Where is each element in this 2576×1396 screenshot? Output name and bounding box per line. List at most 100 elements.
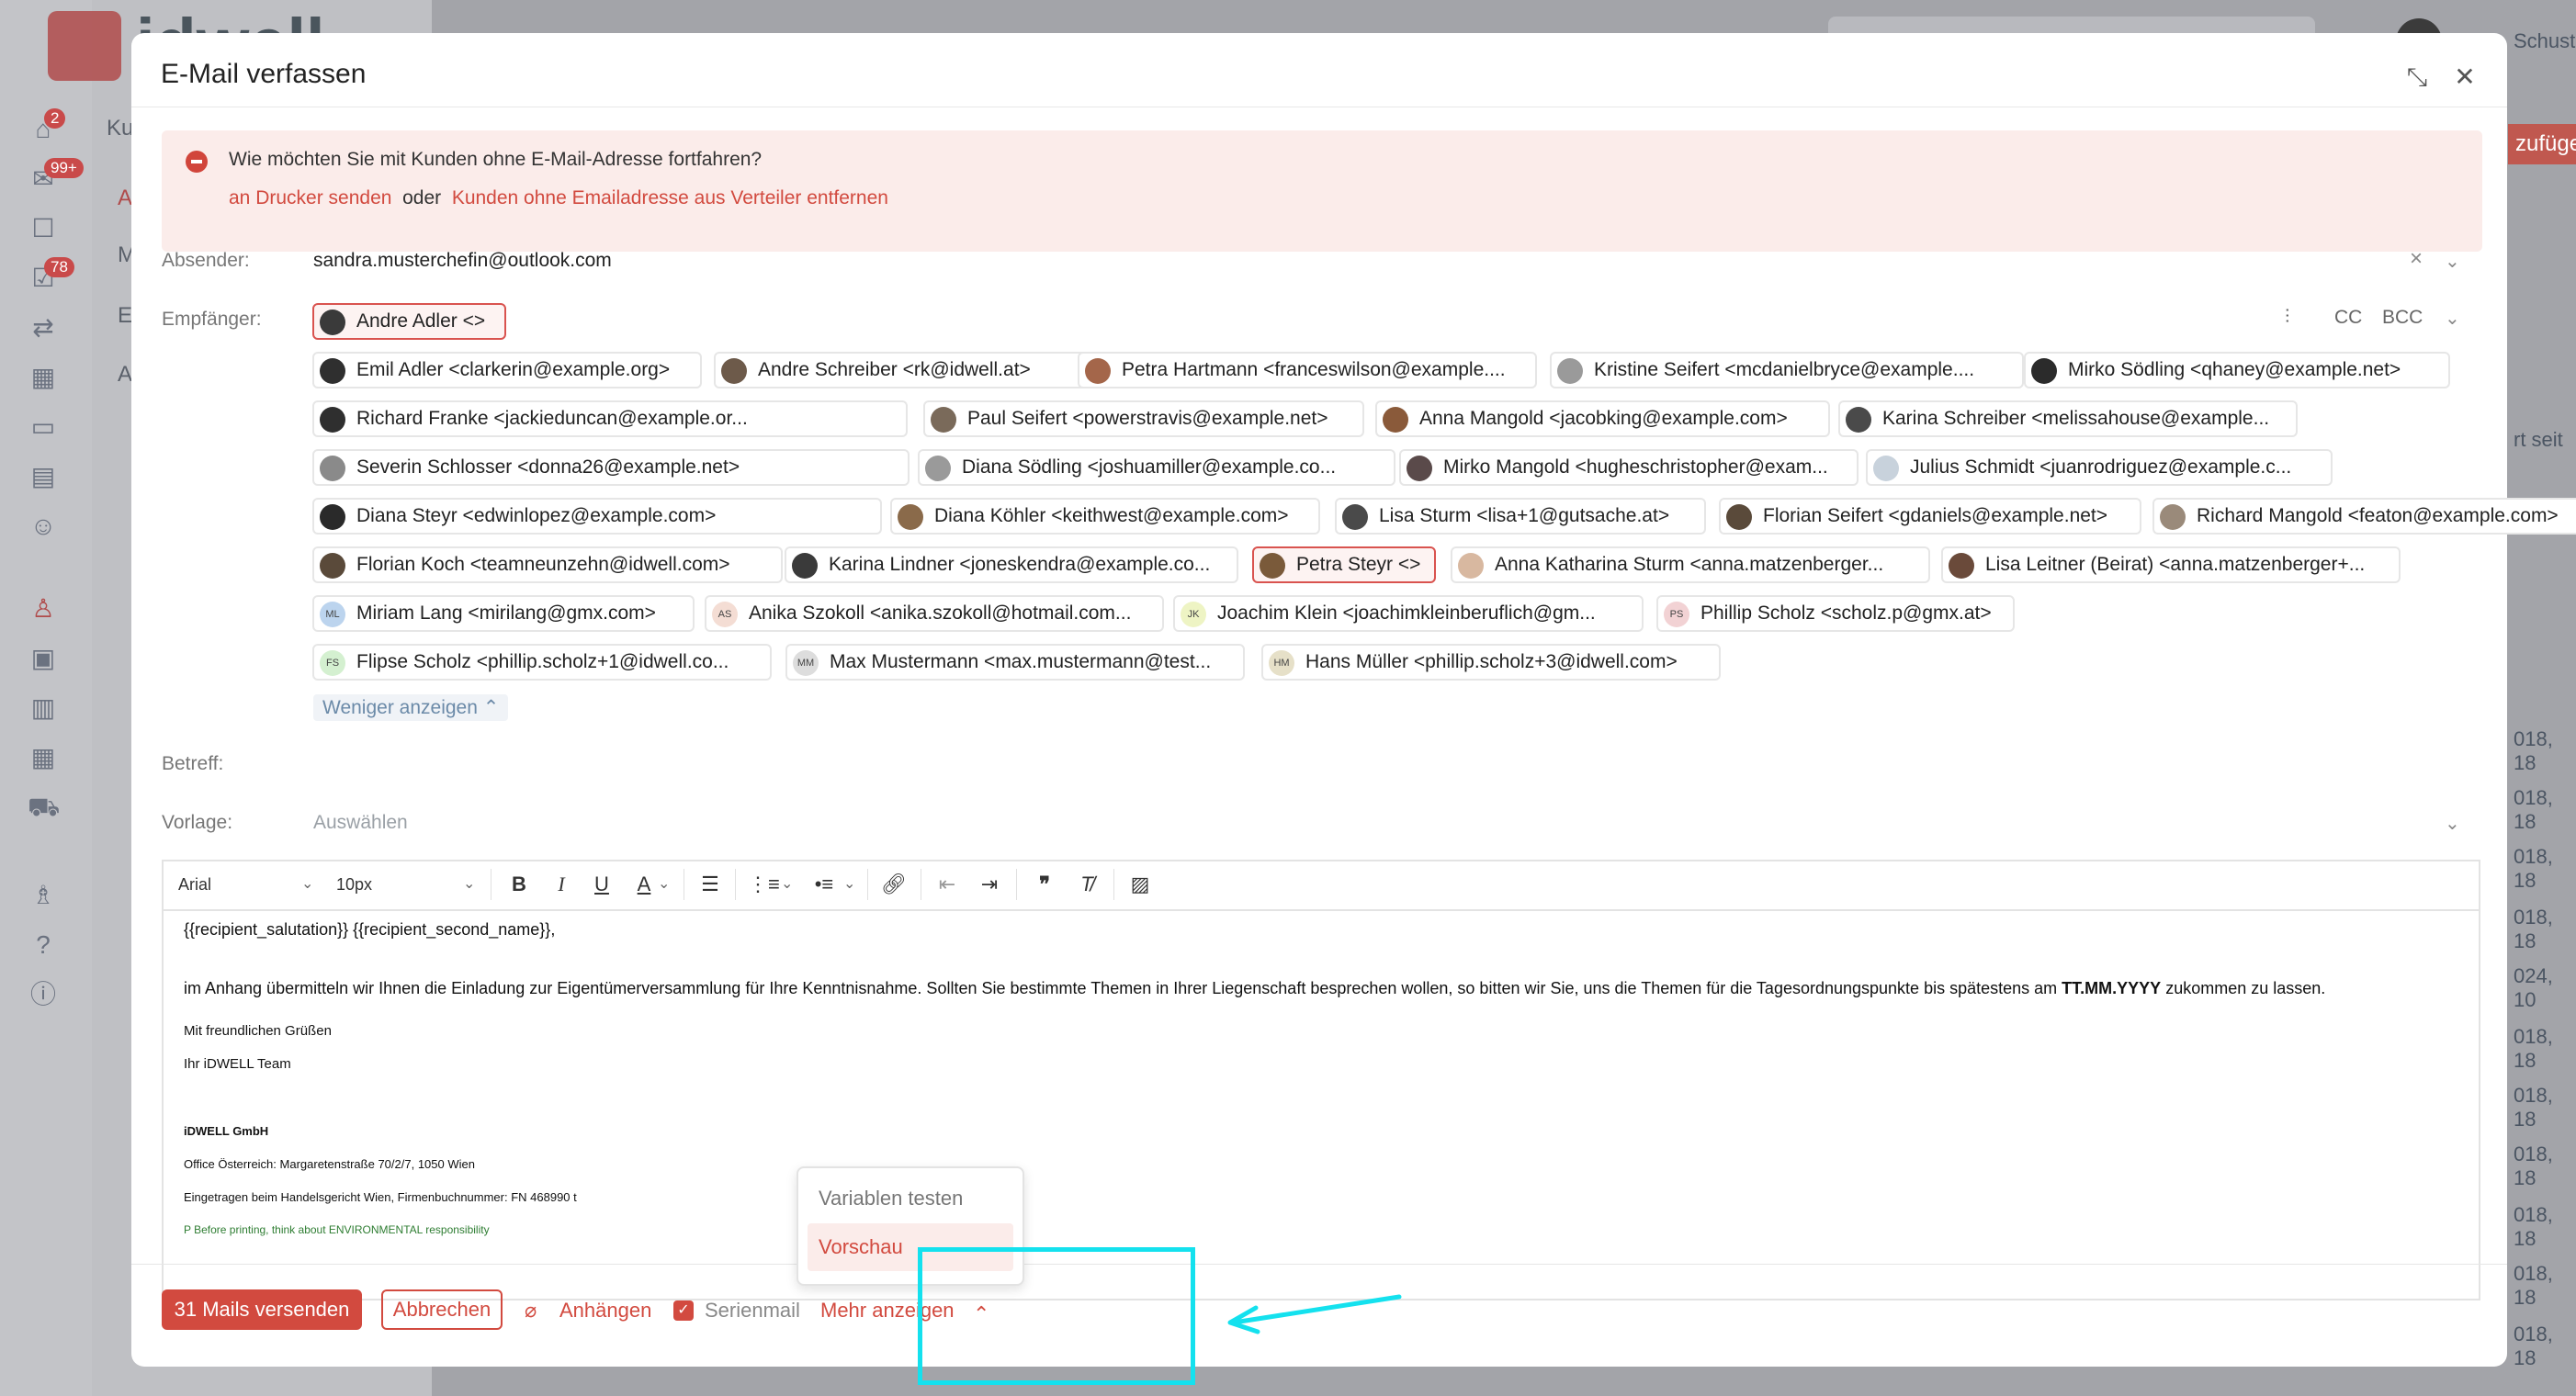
chat-icon[interactable]: ☐	[28, 213, 59, 244]
recipient-chip[interactable]: Andre Schreiber <rk@idwell.at>	[714, 352, 1087, 388]
recipient-chip-label: Mirko Södling <qhaney@example.net>	[2068, 359, 2401, 380]
image-icon[interactable]: ▨	[1126, 871, 1154, 898]
recipient-chip[interactable]: Anna Katharina Sturm <anna.matzenberger.…	[1451, 546, 1930, 583]
recipient-chip[interactable]: Paul Seifert <powerstravis@example.net>	[923, 400, 1364, 437]
avatar	[320, 358, 345, 384]
bcc-button[interactable]: BCC	[2382, 307, 2423, 329]
chevron-down-icon[interactable]: ⌄	[2445, 812, 2460, 835]
align-icon[interactable]: ☰	[696, 871, 724, 898]
recipient-chip[interactable]: AS Anika Szokoll <anika.szokoll@hotmail.c…	[705, 595, 1164, 632]
chevron-down-icon[interactable]: ⌄	[2445, 307, 2460, 330]
recipient-chip[interactable]: Petra Hartmann <franceswilson@example...…	[1078, 352, 1537, 388]
chevron-down-icon[interactable]: ⌄	[843, 871, 855, 898]
outdent-icon[interactable]: ⇤	[933, 871, 961, 898]
user-settings-icon[interactable]: ♗	[28, 880, 59, 911]
recipient-chip[interactable]: Karina Lindner <joneskendra@example.co..…	[785, 546, 1238, 583]
font-family-select[interactable]: Arial	[178, 871, 211, 898]
remove-customers-link[interactable]: Kunden ohne Emailadresse aus Verteiler e…	[452, 187, 888, 208]
indent-icon[interactable]: ⇥	[976, 871, 1003, 898]
chevron-down-icon[interactable]: ⌄	[2445, 250, 2460, 273]
recipient-chip[interactable]: Richard Franke <jackieduncan@example.or.…	[312, 400, 908, 437]
recipient-chip[interactable]: Florian Koch <teamneunzehn@idwell.com>	[312, 546, 783, 583]
recipient-chip[interactable]: FS Flipse Scholz <phillip.scholz+1@idwell…	[312, 644, 772, 681]
building-icon[interactable]: ▥	[28, 692, 59, 724]
italic-icon[interactable]: I	[548, 871, 575, 898]
print-link[interactable]: an Drucker senden	[229, 187, 391, 208]
document-icon[interactable]: ▤	[28, 461, 59, 492]
recipient-chip[interactable]: Petra Steyr <>	[1252, 546, 1436, 583]
avatar	[1873, 456, 1899, 481]
recipient-chip-label: Andre Adler <>	[356, 310, 486, 332]
recipient-chip[interactable]: Diana Köhler <keithwest@example.com>	[890, 498, 1320, 535]
serial-mail-checkbox[interactable]: ✓	[673, 1300, 694, 1321]
help-icon[interactable]: ?	[28, 929, 59, 961]
recipient-chip[interactable]: Kristine Seifert <mcdanielbryce@example.…	[1550, 352, 2024, 388]
show-less-button[interactable]: Weniger anzeigen ⌃	[313, 694, 509, 721]
clear-sender-icon[interactable]: ×	[2410, 246, 2423, 272]
recipient-chip[interactable]: Diana Steyr <edwinlopez@example.com>	[312, 498, 882, 535]
calendar-icon[interactable]: ▦	[28, 362, 59, 393]
recipient-chip-label: Petra Steyr <>	[1296, 554, 1421, 575]
text-color-icon[interactable]: A	[630, 871, 658, 898]
avatar	[1383, 407, 1408, 433]
recipient-chip[interactable]: Florian Seifert <gdaniels@example.net>	[1719, 498, 2141, 535]
recipient-chip[interactable]: Anna Mangold <jacobking@example.com>	[1375, 400, 1830, 437]
avatar	[898, 504, 923, 530]
recipient-chip[interactable]: MM Max Mustermann <max.mustermann@test...	[785, 644, 1245, 681]
underline-icon[interactable]: U	[588, 871, 616, 898]
recipient-chip[interactable]: Severin Schlosser <donna26@example.net>	[312, 449, 910, 486]
recipient-chip[interactable]: Lisa Sturm <lisa+1@gutsache.at>	[1335, 498, 1706, 535]
info-icon[interactable]: ⓘ	[28, 979, 59, 1010]
send-mails-button[interactable]: 31 Mails versenden	[162, 1289, 362, 1330]
users-icon[interactable]: ☺	[28, 511, 59, 542]
person-icon[interactable]: ♙	[28, 593, 59, 625]
transfer-icon[interactable]: ⇄	[28, 312, 59, 343]
sender-select[interactable]: sandra.musterchefin@outlook.com	[313, 250, 612, 272]
recipient-chip-label: Paul Seifert <powerstravis@example.net>	[967, 408, 1328, 429]
recipient-chip[interactable]: Emil Adler <clarkerin@example.org>	[312, 352, 702, 388]
recipient-chip-label: Richard Franke <jackieduncan@example.or.…	[356, 408, 748, 429]
clear-format-icon[interactable]: T̸	[1073, 871, 1101, 898]
template-select[interactable]: Auswählen	[313, 812, 408, 834]
recipient-chip-label: Joachim Klein <joachimkleinberuflich@gm.…	[1217, 602, 1596, 624]
paperclip-icon[interactable]: ⌀	[525, 1299, 537, 1323]
recipient-chip[interactable]: Richard Mangold <featon@example.com>	[2152, 498, 2576, 535]
ledger-icon[interactable]: ▣	[28, 643, 59, 674]
recipients-label: Empfänger:	[162, 309, 262, 330]
recipient-chip[interactable]: Diana Södling <joshuamiller@example.co..…	[918, 449, 1395, 486]
close-icon[interactable]: ✕	[2448, 61, 2481, 94]
template-label: Vorlage:	[162, 812, 233, 833]
recipient-chip[interactable]: Lisa Leitner (Beirat) <anna.matzenberger…	[1941, 546, 2401, 583]
greeting-line: Mit freundlichen Grüßen	[184, 1023, 332, 1039]
recipient-chip[interactable]: HM Hans Müller <phillip.scholz+3@idwell.c…	[1261, 644, 1721, 681]
avatar	[1726, 504, 1752, 530]
link-icon[interactable]: 🔗︎	[880, 871, 908, 898]
cancel-button[interactable]: Abbrechen	[381, 1289, 503, 1330]
recipient-chip[interactable]: JK Joachim Klein <joachimkleinberuflich@g…	[1173, 595, 1644, 632]
truck-icon[interactable]: ⛟	[28, 792, 60, 823]
folder-icon[interactable]: ▭	[28, 411, 59, 443]
recipient-chip[interactable]: PS Phillip Scholz <scholz.p@gmx.at>	[1656, 595, 2015, 632]
apartment-icon[interactable]: ▦	[28, 742, 59, 773]
recipient-chip[interactable]: ML Miriam Lang <mirilang@gmx.com>	[312, 595, 695, 632]
font-size-select[interactable]: 10px	[336, 871, 372, 898]
quote-icon[interactable]: ❞	[1031, 871, 1058, 898]
recipient-chip[interactable]: Andre Adler <>	[312, 303, 506, 340]
chevron-down-icon[interactable]: ⌄	[658, 871, 670, 898]
attach-button[interactable]: Anhängen	[559, 1299, 651, 1323]
avatar-initials: HM	[1269, 650, 1294, 676]
salutation-line: {{recipient_salutation}} {{recipient_sec…	[184, 920, 556, 939]
filter-icon[interactable]: ⫶	[2285, 307, 2289, 329]
chevron-down-icon[interactable]: ⌄	[781, 871, 793, 898]
test-variables-item[interactable]: Variablen testen	[819, 1187, 963, 1210]
ordered-list-icon[interactable]: ⋮≡	[748, 871, 780, 898]
bullet-list-icon[interactable]: •≡	[810, 871, 838, 898]
avatar	[1085, 358, 1111, 384]
bold-icon[interactable]: B	[505, 871, 533, 898]
minimize-icon[interactable]: ⤡	[2401, 61, 2434, 94]
recipient-chip[interactable]: Mirko Södling <qhaney@example.net>	[2024, 352, 2450, 388]
recipient-chip[interactable]: Mirko Mangold <hugheschristopher@exam...	[1399, 449, 1859, 486]
recipient-chip[interactable]: Julius Schmidt <juanrodriguez@example.c.…	[1866, 449, 2333, 486]
cc-button[interactable]: CC	[2334, 307, 2362, 329]
recipient-chip[interactable]: Karina Schreiber <melissahouse@example..…	[1838, 400, 2298, 437]
